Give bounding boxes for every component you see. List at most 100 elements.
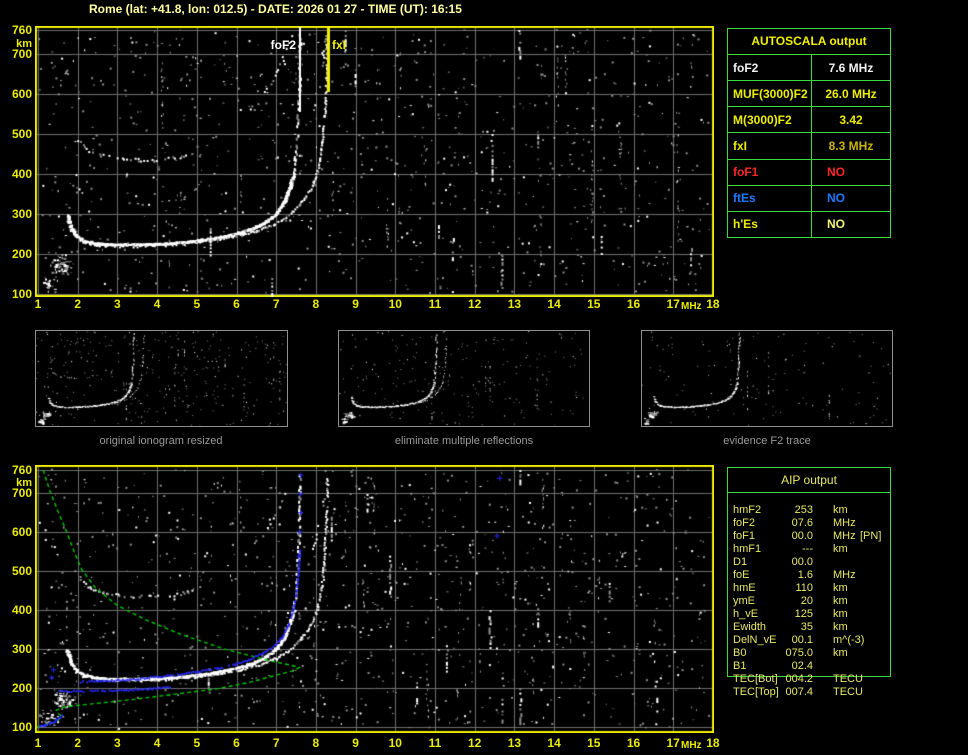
autoscala-parameter-value: NO bbox=[812, 186, 890, 211]
x-tick-label: 18 bbox=[701, 737, 725, 749]
y-tick-label: 600 bbox=[3, 526, 32, 538]
x-axis-unit-label: MHz bbox=[681, 301, 702, 313]
aip-parameter-value: --- bbox=[753, 543, 813, 556]
aip-parameter-value: 00.1 bbox=[753, 634, 813, 647]
thumbnail-caption: eliminate multiple reflections bbox=[395, 435, 533, 447]
x-tick-label: 15 bbox=[582, 737, 606, 749]
autoscala-row: ftEsNO bbox=[728, 186, 890, 212]
y-axis-unit-label: km bbox=[3, 38, 32, 50]
aip-parameter-value: 35 bbox=[753, 621, 813, 634]
x-tick-label: 2 bbox=[66, 737, 90, 749]
aip-parameter-label: foF2 bbox=[733, 517, 755, 530]
y-tick-label: 300 bbox=[3, 643, 32, 655]
x-tick-label: 7 bbox=[264, 298, 288, 310]
aip-row: foE1.6MHz bbox=[727, 569, 897, 582]
aip-parameter-value: 1.6 bbox=[753, 569, 813, 582]
aip-panel-header: AIP output bbox=[728, 467, 890, 493]
y-tick-label: 100 bbox=[3, 721, 32, 733]
aip-row: hmF1---km bbox=[727, 543, 897, 556]
aip-row: foF207.6 MHz bbox=[727, 517, 897, 530]
aip-row: DelN_vE00.1m^(-3) bbox=[727, 634, 897, 647]
x-tick-label: 15 bbox=[582, 298, 606, 310]
aip-parameter-value: 125 bbox=[753, 608, 813, 621]
aip-row: B0075.0km bbox=[727, 647, 897, 660]
aip-parameter-label: D1 bbox=[733, 556, 747, 569]
aip-parameter-value: 00.0 bbox=[753, 556, 813, 569]
aip-parameter-unit: MHz bbox=[833, 517, 856, 530]
y-tick-label: 200 bbox=[3, 682, 32, 694]
aip-parameter-label: B0 bbox=[733, 647, 746, 660]
aip-parameter-value: 075.0 bbox=[753, 647, 813, 660]
thumbnail-evidence-f2-trace bbox=[641, 330, 893, 427]
autoscala-parameter-value: 8.3 MHz bbox=[812, 133, 890, 158]
autoscala-parameter-value: 7.6 MHz bbox=[812, 55, 890, 80]
x-tick-label: 16 bbox=[622, 737, 646, 749]
aip-parameter-value: 07.6 bbox=[753, 517, 813, 530]
aip-parameter-unit: MHz bbox=[833, 569, 856, 582]
autoscala-row: fxI8.3 MHz bbox=[728, 133, 890, 159]
autoscala-parameter-label: foF2 bbox=[728, 55, 812, 80]
top-ionogram-plot bbox=[35, 26, 714, 297]
y-tick-label: 400 bbox=[3, 604, 32, 616]
x-tick-label: 8 bbox=[304, 737, 328, 749]
aip-parameter-unit: MHz bbox=[833, 530, 856, 543]
fxi-annotation-label: fxI bbox=[332, 39, 346, 51]
y-tick-label: 200 bbox=[3, 248, 32, 260]
autoscala-row: foF27.6 MHz bbox=[728, 55, 890, 81]
x-tick-label: 4 bbox=[145, 737, 169, 749]
aip-parameter-note: [PN] bbox=[860, 530, 881, 543]
aip-parameter-unit: m^(-3) bbox=[833, 634, 864, 647]
y-tick-label: 500 bbox=[3, 565, 32, 577]
aip-parameter-unit: km bbox=[833, 621, 848, 634]
x-tick-label: 5 bbox=[185, 298, 209, 310]
y-tick-label: 300 bbox=[3, 208, 32, 220]
aip-row: TEC[Bot]004.2TECU bbox=[727, 673, 897, 686]
x-tick-label: 12 bbox=[463, 737, 487, 749]
aip-parameter-value: 253 bbox=[753, 504, 813, 517]
bottom-ionogram-plot bbox=[35, 465, 714, 733]
x-tick-label: 6 bbox=[225, 298, 249, 310]
autoscala-parameter-label: M(3000)F2 bbox=[728, 107, 812, 132]
aip-parameter-unit: km bbox=[833, 595, 848, 608]
autoscala-row: MUF(3000)F226.0 MHz bbox=[728, 81, 890, 107]
y-tick-label: 500 bbox=[3, 128, 32, 140]
x-tick-label: 10 bbox=[383, 298, 407, 310]
aip-parameter-label: B1 bbox=[733, 660, 746, 673]
aip-parameter-unit: km bbox=[833, 582, 848, 595]
x-tick-label: 14 bbox=[542, 737, 566, 749]
x-tick-label: 16 bbox=[622, 298, 646, 310]
y-tick-label: 400 bbox=[3, 168, 32, 180]
aip-row: foF100.0MHz[PN] bbox=[727, 530, 897, 543]
aip-parameter-value: 004.2 bbox=[753, 673, 813, 686]
x-tick-label: 1 bbox=[26, 298, 50, 310]
autoscala-parameter-label: MUF(3000)F2 bbox=[728, 81, 812, 106]
x-tick-label: 18 bbox=[701, 298, 725, 310]
aip-row: TEC[Top]007.4TECU bbox=[727, 686, 897, 699]
aip-row: hmF2253km bbox=[727, 504, 897, 517]
aip-parameter-value: 007.4 bbox=[753, 686, 813, 699]
x-tick-label: 10 bbox=[383, 737, 407, 749]
thumbnail-original-ionogram bbox=[35, 330, 288, 427]
aip-parameter-unit: km bbox=[833, 543, 848, 556]
x-tick-label: 14 bbox=[542, 298, 566, 310]
station-date-header: Rome (lat: +41.8, lon: 012.5) - DATE: 20… bbox=[89, 2, 462, 16]
thumbnail-caption: evidence F2 trace bbox=[723, 435, 810, 447]
x-tick-label: 13 bbox=[502, 737, 526, 749]
aip-parameter-value: 110 bbox=[753, 582, 813, 595]
aip-parameter-label: ymE bbox=[733, 595, 755, 608]
aip-parameter-unit: km bbox=[833, 608, 848, 621]
x-tick-label: 11 bbox=[423, 298, 447, 310]
y-tick-label: 600 bbox=[3, 88, 32, 100]
aip-parameter-value: 00.0 bbox=[753, 530, 813, 543]
x-tick-label: 12 bbox=[463, 298, 487, 310]
x-tick-label: 8 bbox=[304, 298, 328, 310]
aip-parameter-unit: TECU bbox=[833, 673, 863, 686]
aip-row: h_vE125km bbox=[727, 608, 897, 621]
x-tick-label: 9 bbox=[344, 737, 368, 749]
x-tick-label: 13 bbox=[502, 298, 526, 310]
x-tick-label: 5 bbox=[185, 737, 209, 749]
autoscala-parameter-value: 3.42 bbox=[812, 107, 890, 132]
x-tick-label: 11 bbox=[423, 737, 447, 749]
autoscala-parameter-value: NO bbox=[812, 160, 890, 185]
autoscala-parameter-value: NO bbox=[812, 212, 890, 237]
